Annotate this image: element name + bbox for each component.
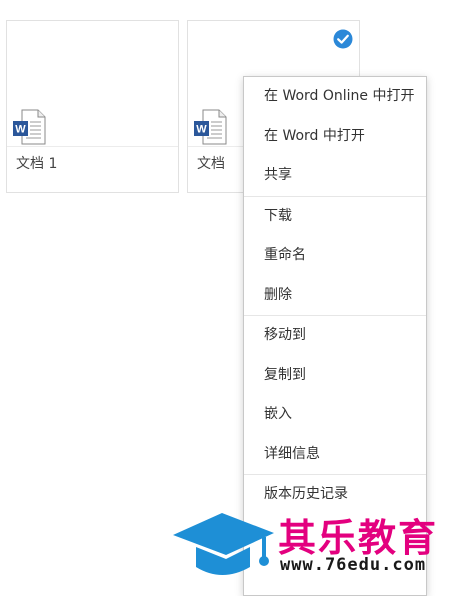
menu-item-rename[interactable]: 重命名	[244, 236, 426, 276]
menu-item-open-in-word-online[interactable]: 在 Word Online 中打开	[244, 77, 426, 117]
watermark-url: www.76edu.com	[280, 555, 427, 575]
menu-item-embed[interactable]: 嵌入	[244, 395, 426, 435]
watermark-brand: 其乐教育	[278, 516, 439, 560]
file-tile-footer: 文档 1	[7, 146, 178, 194]
svg-text:W: W	[196, 124, 207, 136]
watermark-logo: 其乐教育 www.76edu.com	[170, 505, 466, 581]
checkmark-icon[interactable]	[333, 29, 353, 49]
menu-item-details[interactable]: 详细信息	[244, 435, 426, 475]
menu-item-delete[interactable]: 删除	[244, 276, 426, 316]
menu-group-manage: 下载 重命名 删除	[244, 197, 426, 316]
svg-text:W: W	[15, 124, 26, 136]
file-name: 文档 1	[16, 156, 58, 172]
menu-item-download[interactable]: 下载	[244, 197, 426, 237]
menu-item-copy-to[interactable]: 复制到	[244, 356, 426, 396]
menu-item-open-in-word[interactable]: 在 Word 中打开	[244, 117, 426, 157]
menu-group-organize: 移动到 复制到 嵌入 详细信息	[244, 316, 426, 475]
menu-group-open: 在 Word Online 中打开 在 Word 中打开 共享	[244, 77, 426, 197]
menu-item-share[interactable]: 共享	[244, 156, 426, 196]
file-tile-1[interactable]: W 文档 1	[6, 20, 179, 193]
file-name: 文档	[197, 156, 225, 172]
word-doc-icon: W	[13, 109, 46, 145]
graduation-cap-icon	[173, 513, 274, 575]
word-doc-icon: W	[194, 109, 227, 145]
menu-item-move-to[interactable]: 移动到	[244, 316, 426, 356]
